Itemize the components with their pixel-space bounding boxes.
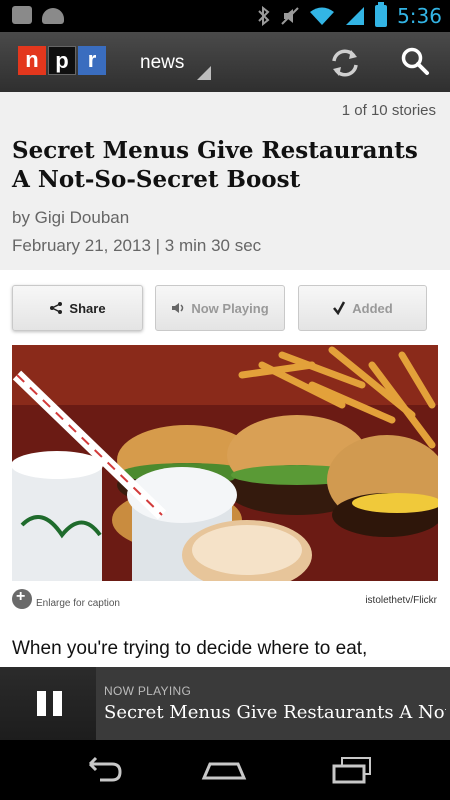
story-headline: Secret Menus Give Restaurants A Not-So-S… (12, 137, 418, 193)
wifi-icon (310, 7, 335, 25)
logo-letter-r: r (78, 46, 106, 75)
now-playing-bar[interactable]: NOW PLAYING Secret Menus Give Restaurant… (0, 667, 450, 740)
system-nav-bar (0, 740, 450, 800)
now-playing-button[interactable]: Now Playing (155, 285, 285, 331)
story-header: 1 of 10 stories Secret Menus Give Restau… (0, 92, 450, 270)
pause-button[interactable] (0, 667, 96, 740)
story-date-duration: February 21, 2013 | 3 min 30 sec (12, 236, 262, 255)
speaker-icon (172, 303, 184, 313)
story-count: 1 of 10 stories (341, 102, 436, 119)
battery-icon (375, 2, 388, 27)
bluetooth-icon (258, 6, 270, 26)
section-selector[interactable]: news (140, 52, 184, 74)
photo-credit: istolethetv/Flickr (365, 595, 437, 606)
signal-icon (346, 7, 365, 25)
logo-letter-n: n (18, 46, 46, 75)
zoom-in-icon (12, 588, 32, 609)
added-label: Added (352, 300, 393, 316)
share-icon (50, 302, 63, 314)
back-icon[interactable] (78, 754, 126, 786)
android-icon (42, 8, 64, 24)
recent-apps-icon[interactable] (328, 754, 376, 786)
now-playing-title[interactable]: Secret Menus Give Restaurants A Not-S... (104, 702, 446, 723)
checkmark-icon (333, 301, 346, 315)
logo-letter-p: p (48, 46, 76, 75)
clock: 5:36 (397, 4, 442, 28)
story-body-text: When you're trying to decide where to ea… (12, 638, 368, 659)
app-action-bar: n p r news (0, 32, 450, 92)
mute-icon (281, 7, 299, 25)
search-icon[interactable] (398, 44, 434, 80)
story-photo[interactable] (12, 345, 438, 581)
home-icon[interactable] (200, 754, 248, 786)
notification-icon (12, 6, 32, 24)
refresh-icon[interactable] (326, 44, 364, 82)
pause-icon (37, 691, 46, 716)
story-byline[interactable]: by Gigi Douban (12, 208, 129, 228)
added-button[interactable]: Added (298, 285, 427, 331)
story-content[interactable]: 1 of 10 stories Secret Menus Give Restau… (0, 92, 450, 667)
dropdown-indicator-icon[interactable] (197, 66, 211, 80)
status-bar: 5:36 (0, 0, 450, 32)
enlarge-caption-text: Enlarge for caption (36, 597, 120, 609)
now-playing-label: Now Playing (191, 300, 269, 316)
now-playing-label: NOW PLAYING (104, 684, 192, 698)
enlarge-caption-link[interactable]: Enlarge for caption (12, 588, 120, 609)
share-button[interactable]: Share (12, 285, 143, 331)
share-label: Share (69, 300, 106, 316)
npr-logo[interactable]: n p r (18, 46, 106, 75)
